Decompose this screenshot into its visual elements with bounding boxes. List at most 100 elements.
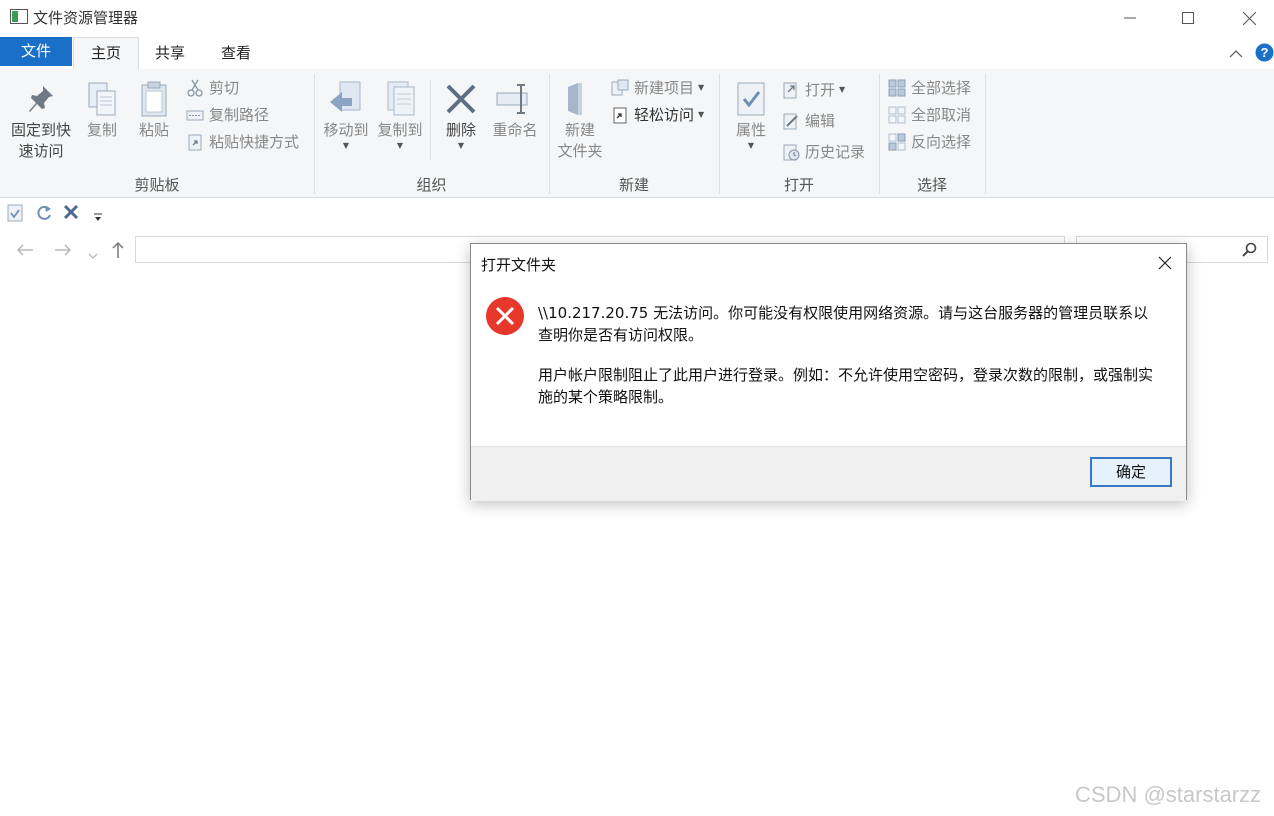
delete-button[interactable]: 删除 ▼ <box>437 78 485 150</box>
arrow-left-icon <box>16 244 33 256</box>
forward-button[interactable] <box>54 242 72 261</box>
up-button[interactable] <box>111 241 125 263</box>
minimize-button[interactable] <box>1107 0 1153 36</box>
history-icon <box>782 143 800 161</box>
history-button[interactable]: 历史记录 <box>782 140 877 164</box>
select-small-commands: 全部选择 全部取消 反向选择 <box>888 76 983 154</box>
move-to-label: 移动到 <box>323 121 369 139</box>
copy-path-button[interactable]: 复制路径 <box>186 103 311 127</box>
watermark: CSDN @starstarzz <box>1075 782 1262 807</box>
edit-button[interactable]: 编辑 <box>782 109 877 133</box>
recent-locations-button[interactable] <box>88 245 98 264</box>
tab-home[interactable]: 主页 <box>73 37 139 70</box>
delete-icon <box>63 204 79 220</box>
error-detail-line2: 施的某个策略限制。 <box>538 388 674 406</box>
pin-icon <box>8 78 74 120</box>
copy-to-label: 复制到 <box>377 121 423 139</box>
arrow-up-icon <box>112 241 124 258</box>
redo-icon <box>37 205 51 220</box>
select-all-label: 全部选择 <box>911 79 972 97</box>
new-folder-label-line2: 文件夹 <box>557 142 603 160</box>
minimize-icon <box>1124 17 1136 19</box>
customize-toolbar-button[interactable] <box>93 207 103 226</box>
cut-label: 剪切 <box>209 79 240 97</box>
copy-label: 复制 <box>86 121 117 139</box>
select-all-icon <box>888 79 906 97</box>
new-item-button[interactable]: 新建项目 ▼ <box>611 76 715 100</box>
rename-icon <box>489 78 541 120</box>
cut-button[interactable]: 剪切 <box>186 76 311 100</box>
properties-button[interactable]: 属性 ▼ <box>728 78 774 150</box>
delete-label: 删除 <box>445 121 476 139</box>
copy-to-button[interactable]: 复制到 ▼ <box>372 78 428 150</box>
easy-access-button[interactable]: 轻松访问 ▼ <box>611 103 715 127</box>
properties-icon <box>728 78 774 120</box>
maximize-button[interactable] <box>1165 0 1211 36</box>
rename-button[interactable]: 重命名 <box>489 78 541 141</box>
file-explorer-icon <box>10 9 28 24</box>
new-folder-button[interactable]: 新建 文件夹 <box>553 78 607 162</box>
open-button[interactable]: 打开 ▼ <box>782 78 877 102</box>
new-item-label: 新建项目 <box>634 79 695 97</box>
pin-label-line2: 速访问 <box>18 142 64 160</box>
close-icon <box>1158 256 1172 270</box>
redo-quick-button[interactable] <box>35 204 53 226</box>
select-all-button[interactable]: 全部选择 <box>888 76 983 100</box>
ok-button[interactable]: 确定 <box>1090 457 1172 487</box>
open-label: 打开 <box>805 81 836 99</box>
copy-icon <box>80 78 124 120</box>
copy-to-icon <box>372 78 428 120</box>
arrow-right-icon <box>55 244 72 256</box>
copy-button[interactable]: 复制 <box>80 78 124 141</box>
group-divider <box>985 74 986 194</box>
dialog-title: 打开文件夹 <box>481 256 557 274</box>
back-button[interactable] <box>16 242 34 261</box>
tab-view[interactable]: 查看 <box>207 38 265 68</box>
scissors-icon <box>186 79 204 97</box>
history-label: 历史记录 <box>805 143 866 161</box>
edit-icon <box>782 112 800 130</box>
new-item-dropdown-icon: ▼ <box>698 83 705 92</box>
error-message-line1: \\10.217.20.75 无法访问。你可能没有权限使用网络资源。请与这台服务… <box>538 304 1149 322</box>
paste-shortcut-button[interactable]: 粘贴快捷方式 <box>186 130 311 154</box>
select-none-label: 全部取消 <box>911 106 972 124</box>
invert-selection-icon <box>888 133 906 151</box>
invert-selection-button[interactable]: 反向选择 <box>888 130 983 154</box>
error-icon <box>485 296 525 336</box>
new-group-label: 新建 <box>618 176 649 194</box>
title-bar: 文件资源管理器 <box>0 0 1274 36</box>
close-icon <box>1242 11 1256 25</box>
easy-access-label: 轻松访问 <box>634 106 695 124</box>
move-to-icon <box>318 78 374 120</box>
easy-access-icon <box>611 106 629 124</box>
close-window-button[interactable] <box>1226 0 1272 36</box>
edit-label: 编辑 <box>805 112 836 130</box>
tab-share[interactable]: 共享 <box>141 38 199 68</box>
organize-group-label: 组织 <box>416 176 447 194</box>
move-to-dropdown-icon: ▼ <box>342 141 350 150</box>
new-item-icon <box>611 79 629 97</box>
properties-quick-button[interactable] <box>7 204 23 226</box>
delete-quick-button[interactable] <box>63 204 79 224</box>
select-none-icon <box>888 106 906 124</box>
search-icon <box>1242 242 1257 261</box>
paste-button[interactable]: 粘贴 <box>132 78 176 141</box>
dialog-close-button[interactable] <box>1154 252 1176 274</box>
clipboard-small-commands: 剪切 复制路径 粘贴快捷方式 <box>186 76 311 154</box>
move-to-button[interactable]: 移动到 ▼ <box>318 78 374 150</box>
dropdown-icon <box>94 213 102 221</box>
collapse-ribbon-button[interactable] <box>1229 44 1243 63</box>
open-group-label: 打开 <box>783 176 814 194</box>
delete-icon <box>437 78 485 120</box>
select-none-button[interactable]: 全部取消 <box>888 103 983 127</box>
rename-label: 重命名 <box>492 121 538 139</box>
tab-file[interactable]: 文件 <box>0 37 72 66</box>
pin-label-line1: 固定到快 <box>10 121 71 139</box>
error-dialog: 打开文件夹 \\10.217.20.75 无法访问。你可能没有权限使用网络资源。… <box>470 243 1187 501</box>
svg-text:?: ? <box>1261 45 1269 60</box>
help-button[interactable]: ? <box>1255 43 1274 66</box>
clipboard-icon <box>132 78 176 120</box>
pin-to-quick-access-button[interactable]: 固定到快 速访问 <box>8 78 74 162</box>
new-folder-icon <box>553 78 607 120</box>
help-icon: ? <box>1255 43 1274 62</box>
